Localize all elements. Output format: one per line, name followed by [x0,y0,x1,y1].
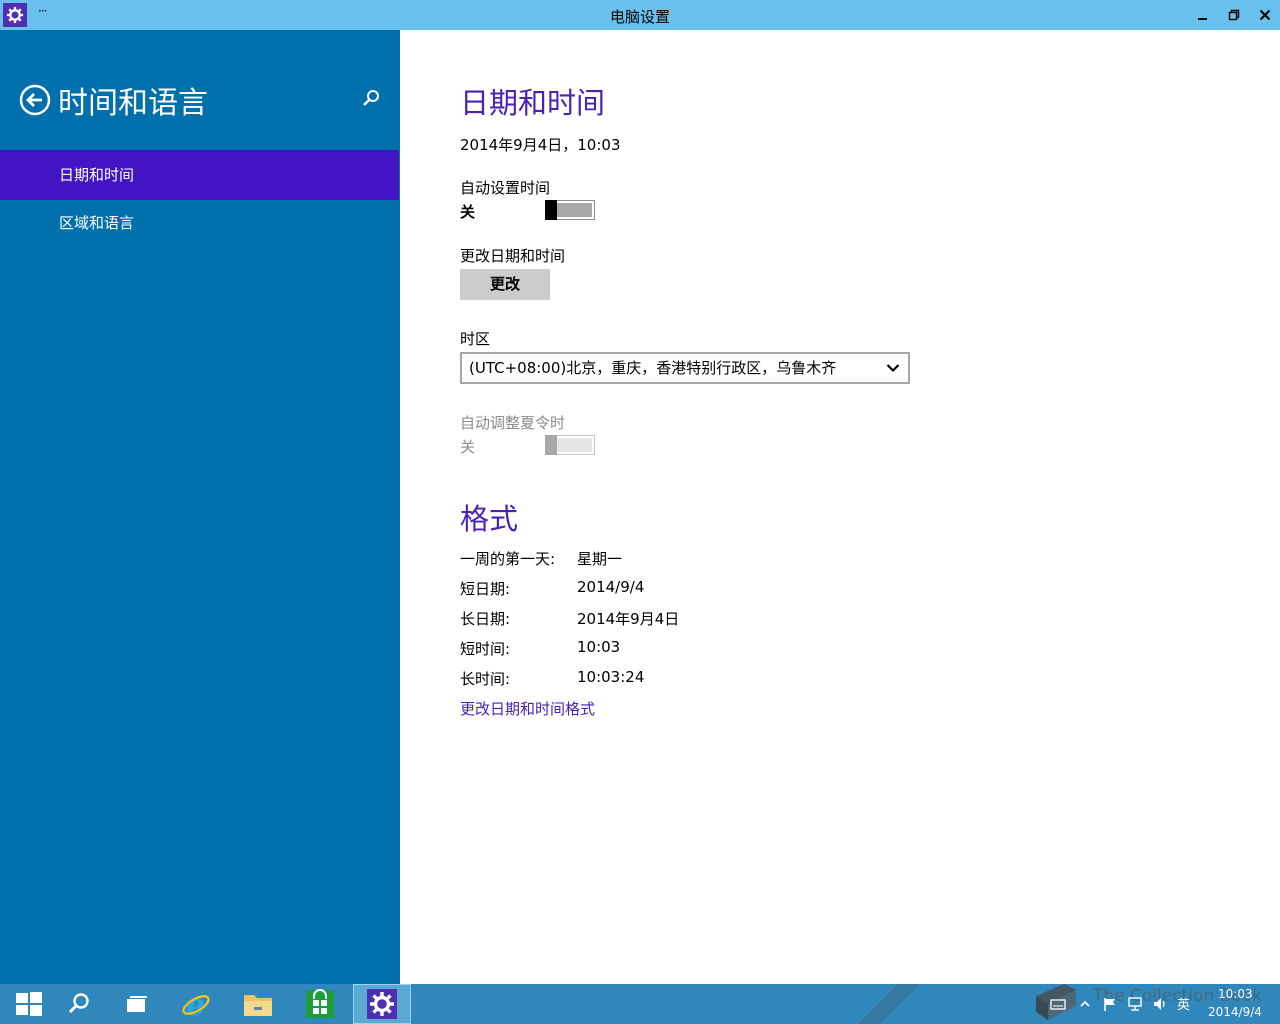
task-view-button[interactable] [108,984,166,1024]
long-date-value: 2014年9月4日 [577,610,680,628]
long-time-label: 长时间: [460,670,511,688]
back-button[interactable] [19,84,51,116]
short-time-value: 10:03 [577,638,621,656]
timezone-value: (UTC+08:00)北京，重庆，香港特别行政区，乌鲁木齐 [469,359,837,377]
taskbar-decoration [858,984,918,1024]
toggle-thumb [545,200,557,220]
clock-date[interactable]: 2014/9/4 [1208,1005,1262,1019]
store-button[interactable] [291,984,349,1024]
gear-icon [6,6,24,24]
search-icon [68,993,89,1014]
change-date-time-label: 更改日期和时间 [460,247,566,265]
dst-toggle[interactable] [545,435,595,455]
settings-app-icon[interactable] [3,3,27,27]
sidebar-item-region-language[interactable]: 区域和语言 [0,198,399,248]
short-date-value: 2014/9/4 [577,578,645,596]
close-icon [1259,9,1271,21]
short-time-label: 短时间: [460,640,511,658]
minimize-button[interactable] [1188,0,1218,30]
search-button[interactable] [360,88,382,110]
sidebar: 时间和语言 日期和时间 区域和语言 [0,30,400,984]
task-view-icon [127,996,147,1012]
chevron-down-icon [886,364,900,373]
volume-icon[interactable] [1152,996,1168,1012]
internet-explorer-button[interactable]: e [167,984,225,1024]
taskbar: e The Collection Book 英 10:03 2014/9/4 [0,984,1280,1024]
dst-label: 自动调整夏令时 [460,414,566,432]
change-format-link[interactable]: 更改日期和时间格式 [460,698,595,719]
main-content: 日期和时间 2014年9月4日，10:03 自动设置时间 关 更改日期和时间 更… [400,30,1280,984]
close-button[interactable] [1250,0,1280,30]
short-date-label: 短日期: [460,580,511,598]
title-bar: ··· 电脑设置 [0,0,1280,30]
minimize-icon [1198,18,1207,20]
dst-state: 关 [460,438,476,456]
taskbar-search-button[interactable] [50,984,108,1024]
format-heading: 格式 [460,502,519,536]
long-date-label: 长日期: [460,610,511,628]
first-day-value: 星期一 [577,550,623,568]
timezone-dropdown[interactable]: (UTC+08:00)北京，重庆，香港特别行政区，乌鲁木齐 [460,352,910,384]
toggle-thumb [545,435,557,455]
current-date-time: 2014年9月4日，10:03 [460,136,621,154]
windows-logo-icon [16,992,42,1016]
sidebar-title: 时间和语言 [58,86,208,121]
internet-explorer-icon: e [182,988,210,1020]
gear-icon [367,989,397,1019]
restore-icon [1228,9,1240,21]
input-method-indicator[interactable]: 英 [1177,994,1190,1013]
auto-time-label: 自动设置时间 [460,179,551,197]
app-menu-button[interactable]: ··· [38,4,48,18]
change-button[interactable]: 更改 [460,269,550,300]
auto-time-toggle[interactable] [545,200,595,220]
window-title: 电脑设置 [609,8,670,26]
keyboard-icon[interactable] [1050,996,1066,1012]
restore-button[interactable] [1219,0,1249,30]
first-day-label: 一周的第一天: [460,550,556,568]
show-hidden-icons-icon[interactable] [1077,996,1093,1012]
clock-time[interactable]: 10:03 [1218,987,1253,1001]
sidebar-item-date-time[interactable]: 日期和时间 [0,150,399,200]
pc-settings-taskbar-button[interactable] [353,984,411,1024]
network-icon[interactable] [1127,996,1143,1012]
action-center-flag-icon[interactable] [1102,996,1118,1012]
file-explorer-button[interactable] [229,984,287,1024]
auto-time-state: 关 [460,203,476,221]
folder-icon [244,995,272,1016]
long-time-value: 10:03:24 [577,668,645,686]
search-icon [363,90,379,106]
date-time-heading: 日期和时间 [460,86,606,120]
store-icon [306,989,334,1018]
timezone-label: 时区 [460,330,491,348]
back-arrow-icon [19,84,51,116]
